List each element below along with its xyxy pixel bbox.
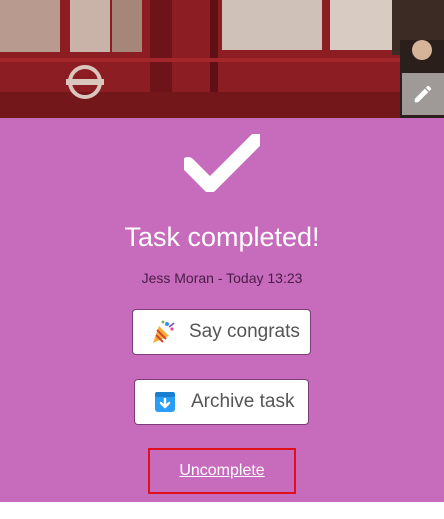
header-photo [0, 0, 444, 118]
say-congrats-button[interactable]: Say congrats [132, 309, 311, 355]
archive-task-button[interactable]: Archive task [134, 379, 309, 425]
page-title: Task completed! [124, 222, 320, 252]
party-popper-icon [149, 318, 177, 346]
uncomplete-label[interactable]: Uncomplete [179, 462, 264, 480]
checkmark-icon [184, 134, 260, 192]
archive-task-label: Archive task [191, 391, 295, 412]
say-congrats-label: Say congrats [189, 321, 300, 342]
archive-box-icon [151, 388, 179, 416]
bottom-strip [0, 502, 444, 519]
task-complete-panel: Task completed! Jess Moran - Today 13:23… [0, 118, 444, 502]
pencil-icon [414, 85, 432, 103]
edit-header-button[interactable] [402, 73, 444, 115]
completion-meta: Jess Moran - Today 13:23 [141, 270, 303, 286]
uncomplete-link[interactable]: Uncomplete [148, 448, 296, 494]
